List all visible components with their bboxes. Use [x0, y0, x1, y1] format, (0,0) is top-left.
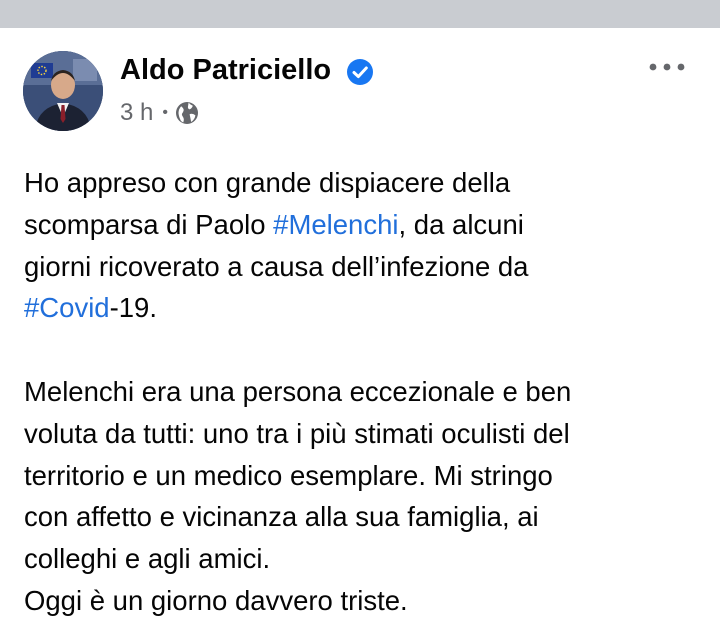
text-line: giorni ricoverato a causa dell’infezione… — [24, 250, 529, 282]
text-line: voluta da tutti: uno tra i più stimati o… — [24, 417, 570, 449]
post-text: Ho appreso con grande dispiacere della s… — [24, 162, 704, 622]
text-line: Oggi è un giorno davvero triste. — [24, 584, 408, 616]
text-line: , da alcuni — [398, 208, 524, 240]
text-line: territorio e un medico esemplare. Mi str… — [24, 459, 553, 491]
meta-separator: • — [162, 104, 168, 121]
text-line: Ho appreso con grande dispiacere della — [24, 167, 511, 198]
text-line: colleghi e agli amici. — [24, 543, 271, 575]
author-avatar[interactable] — [23, 51, 103, 131]
feed-divider — [0, 0, 720, 28]
text-line: con affetto e vicinanza alla sua famigli… — [24, 501, 539, 533]
globe-icon[interactable] — [175, 101, 199, 125]
author-name[interactable]: Aldo Patriciello — [120, 52, 331, 88]
verified-badge-icon — [347, 59, 373, 85]
text-line: -19. — [109, 292, 157, 324]
hashtag-melenchi-link[interactable]: #Melenchi — [273, 209, 398, 240]
post-meta: 3 h • — [120, 96, 199, 130]
text-line: Melenchi era una persona eccezionale e b… — [24, 375, 572, 407]
post-timestamp[interactable]: 3 h — [120, 99, 153, 127]
avatar-photo — [23, 51, 103, 131]
text-line: scomparsa di Paolo — [24, 208, 274, 240]
hashtag-covid-link[interactable]: #Covid — [24, 292, 110, 323]
post-paragraph-1: Ho appreso con grande dispiacere della s… — [24, 162, 704, 329]
post-paragraph-2: Melenchi era una persona eccezionale e b… — [24, 371, 704, 622]
more-options-icon[interactable] — [648, 55, 686, 79]
